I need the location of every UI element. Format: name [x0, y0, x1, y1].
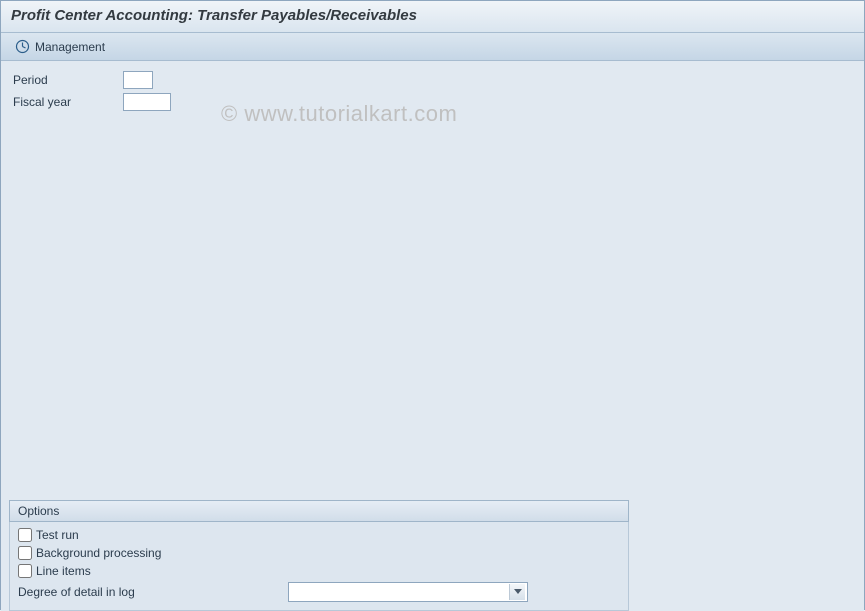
background-processing-row: Background processing — [18, 546, 620, 560]
options-title: Options — [18, 504, 59, 518]
background-processing-label: Background processing — [36, 546, 161, 560]
execute-icon — [15, 39, 30, 54]
management-label: Management — [35, 40, 105, 54]
test-run-row: Test run — [18, 528, 620, 542]
degree-of-detail-label: Degree of detail in log — [18, 585, 288, 599]
background-processing-checkbox[interactable] — [18, 546, 32, 560]
application-toolbar: Management — [1, 33, 864, 61]
management-button[interactable]: Management — [9, 37, 111, 56]
options-panel: Options Test run Background processing L… — [9, 500, 629, 611]
options-header: Options — [9, 500, 629, 522]
period-label: Period — [13, 73, 123, 87]
fiscal-year-label: Fiscal year — [13, 95, 123, 109]
fiscal-year-row: Fiscal year — [13, 93, 852, 111]
title-bar: Profit Center Accounting: Transfer Payab… — [1, 1, 864, 33]
fiscal-year-input[interactable] — [123, 93, 171, 111]
degree-of-detail-row: Degree of detail in log — [18, 582, 620, 602]
line-items-checkbox[interactable] — [18, 564, 32, 578]
degree-of-detail-dropdown[interactable] — [288, 582, 528, 602]
line-items-row: Line items — [18, 564, 620, 578]
period-row: Period — [13, 71, 852, 89]
content-area: © www.tutorialkart.com Period Fiscal yea… — [1, 61, 864, 611]
options-body: Test run Background processing Line item… — [9, 522, 629, 611]
line-items-label: Line items — [36, 564, 91, 578]
test-run-label: Test run — [36, 528, 79, 542]
chevron-down-icon — [509, 584, 525, 600]
page-title: Profit Center Accounting: Transfer Payab… — [11, 7, 417, 24]
test-run-checkbox[interactable] — [18, 528, 32, 542]
period-input[interactable] — [123, 71, 153, 89]
